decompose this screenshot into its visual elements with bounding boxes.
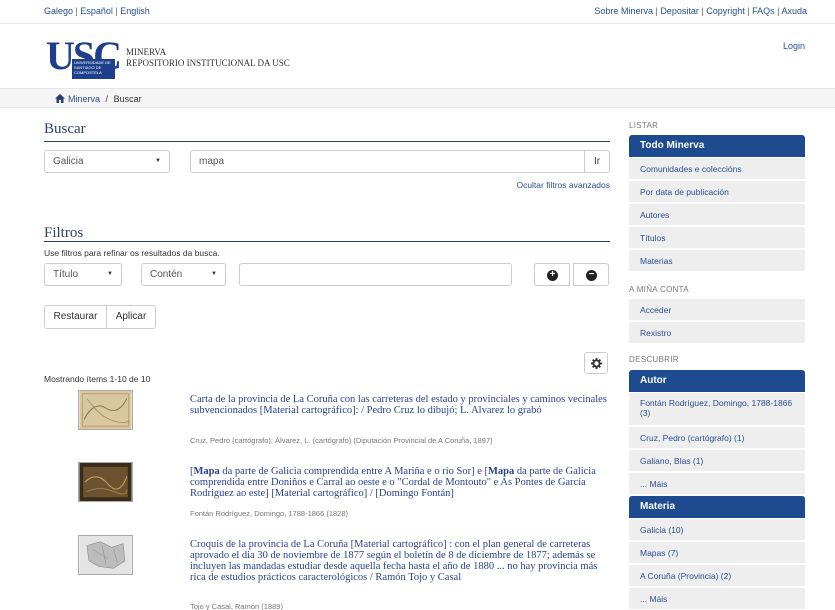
- result-title-link[interactable]: Croquis de la provincia de La Coruña [Ma…: [190, 539, 610, 583]
- result-title-text: da parte de Galicia comprendida entre A …: [219, 466, 488, 477]
- gear-icon: [591, 358, 602, 369]
- brand-subtitle: REPOSITORIO INSTITUCIONAL DA USC: [126, 58, 290, 68]
- result-thumbnail[interactable]: [78, 535, 133, 575]
- results-count: Mostrando ítems 1-10 de 10: [44, 374, 151, 384]
- link-sobre-minerva[interactable]: Sobre Minerva: [594, 6, 653, 16]
- reset-button[interactable]: Restaurar: [44, 305, 107, 329]
- search-title-rule: [44, 141, 610, 142]
- result-title-highlight: Mapa: [193, 466, 220, 477]
- facet-more-autor[interactable]: ... Máis: [629, 473, 805, 495]
- chevron-down-icon: ▼: [107, 271, 113, 277]
- apply-button[interactable]: Aplicar: [106, 305, 156, 329]
- facet-head-autor: Autor: [629, 370, 805, 392]
- lang-galego[interactable]: Galego: [44, 6, 73, 16]
- sidebar-item-data-publicacion[interactable]: Por data de publicación: [629, 181, 805, 203]
- link-copyright[interactable]: Copyright: [706, 6, 745, 16]
- breadcrumb-separator: /: [105, 94, 109, 104]
- filters-hint: Use filtros para refinar os resultados d…: [44, 248, 220, 258]
- filter-operator-value: Contén: [150, 269, 183, 280]
- sidebar-item-todo-minerva[interactable]: Todo Minerva: [629, 135, 805, 157]
- sidebar-item-titulos[interactable]: Títulos: [629, 227, 805, 249]
- link-axuda[interactable]: Axuda: [781, 6, 807, 16]
- filters-title-rule: [44, 241, 610, 242]
- scope-select[interactable]: Galicia ▼: [44, 150, 170, 173]
- filters-title: Filtros: [44, 225, 84, 241]
- sidebar-heading-listar: LISTAR: [629, 121, 659, 130]
- result-meta: Fontán Rodríguez, Domingo, 1788-1866 (18…: [190, 509, 349, 518]
- facet-item-autor[interactable]: Cruz, Pedro (cartógrafo) (1): [629, 427, 805, 449]
- sidebar-item-rexistro[interactable]: Rexistro: [629, 322, 805, 344]
- chevron-down-icon: ▼: [211, 271, 217, 277]
- search-title: Buscar: [44, 121, 86, 137]
- result-thumbnail[interactable]: [78, 390, 133, 430]
- search-go-button[interactable]: Ir: [584, 150, 610, 173]
- sidebar-item-materias[interactable]: Materias: [629, 250, 805, 272]
- sidebar-heading-conta: A MIÑA CONTA: [629, 285, 689, 294]
- top-links: Sobre Minerva | Depositar | Copyright | …: [594, 6, 807, 16]
- sidebar-item-acceder[interactable]: Acceder: [629, 299, 805, 321]
- result-meta: Tojo y Casal, Ramón (1889): [190, 602, 283, 610]
- add-filter-button[interactable]: +: [534, 263, 570, 286]
- language-switcher: Galego | Español | English: [44, 6, 150, 16]
- chevron-down-icon: ▼: [155, 158, 161, 164]
- logo-subtext: UNIVERSIDADE DE SANTIAGO DE COMPOSTELA: [72, 59, 115, 79]
- home-icon: [55, 94, 65, 103]
- search-input-value: mapa: [199, 156, 225, 167]
- facet-item-autor[interactable]: Galiano, Blas (1): [629, 450, 805, 472]
- usc-logo[interactable]: USC UNIVERSIDADE DE SANTIAGO DE COMPOSTE…: [46, 33, 122, 79]
- sidebar-item-autores[interactable]: Autores: [629, 204, 805, 226]
- facet-item-materia[interactable]: Galicia (10): [629, 519, 805, 541]
- sidebar-heading-descubrir: DESCUBRIR: [629, 355, 679, 364]
- facet-item-materia[interactable]: Mapas (7): [629, 542, 805, 564]
- facet-item-autor[interactable]: Fontán Rodríguez, Domingo, 1788-1866 (3): [629, 393, 805, 426]
- result-title-link[interactable]: Carta de la provincia de La Coruña con l…: [190, 394, 610, 416]
- facet-item-materia[interactable]: A Coruña (Provincia) (2): [629, 565, 805, 587]
- brand[interactable]: MINERVA REPOSITORIO INSTITUCIONAL DA USC: [126, 47, 290, 69]
- top-bar: Galego | Español | English Sobre Minerva…: [0, 0, 835, 24]
- result-thumbnail[interactable]: [78, 462, 133, 502]
- remove-filter-button[interactable]: −: [573, 263, 609, 286]
- sidebar-item-comunidades[interactable]: Comunidades e coleccións: [629, 158, 805, 180]
- result-title-link[interactable]: [Mapa da parte de Galicia comprendida en…: [190, 466, 610, 499]
- minus-circle-icon: −: [586, 270, 597, 281]
- lang-english[interactable]: English: [120, 6, 150, 16]
- lang-espanol[interactable]: Español: [80, 6, 113, 16]
- result-meta: Cruz, Pedro (cartógrafo); Álvarez, L. (c…: [190, 436, 493, 445]
- filter-field-select[interactable]: Título ▼: [44, 263, 122, 286]
- facet-head-materia: Materia: [629, 496, 805, 518]
- scope-select-value: Galicia: [53, 156, 84, 167]
- results-settings-button[interactable]: [584, 352, 608, 374]
- filter-value-input[interactable]: [239, 263, 512, 286]
- filter-field-value: Título: [53, 269, 79, 280]
- result-title-highlight: Mapa: [487, 466, 515, 477]
- breadcrumb-current: Buscar: [113, 94, 142, 104]
- search-input[interactable]: mapa: [190, 150, 585, 173]
- breadcrumb-home[interactable]: Minerva: [68, 94, 100, 104]
- brand-name: MINERVA: [126, 47, 167, 57]
- filter-operator-select[interactable]: Contén ▼: [141, 263, 226, 286]
- breadcrumb: Minerva / Buscar: [0, 88, 835, 108]
- login-link[interactable]: Login: [783, 41, 805, 51]
- plus-circle-icon: +: [547, 270, 558, 281]
- link-faqs[interactable]: FAQs: [752, 6, 775, 16]
- facet-more-materia[interactable]: ... Máis: [629, 588, 805, 610]
- link-depositar[interactable]: Depositar: [660, 6, 699, 16]
- toggle-advanced-filters-link[interactable]: Ocultar filtros avanzados: [516, 180, 610, 190]
